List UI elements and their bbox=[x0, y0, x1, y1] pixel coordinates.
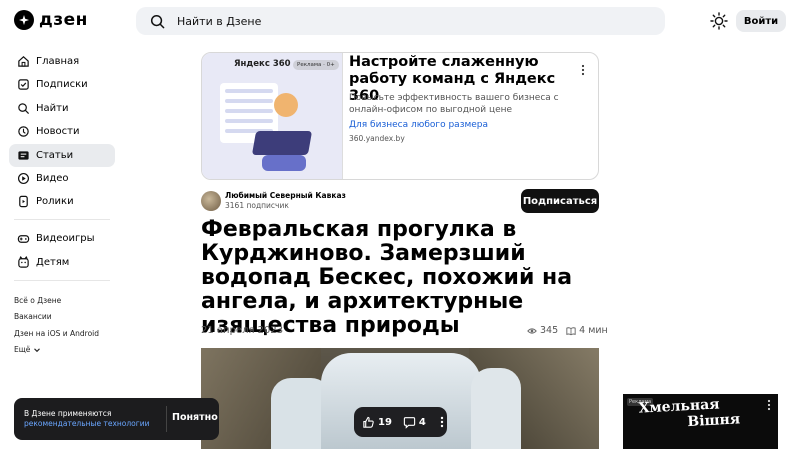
search-icon bbox=[150, 14, 165, 28]
read-time-stat: 4 мин bbox=[566, 325, 608, 336]
sidebar-divider bbox=[14, 219, 110, 221]
about-link[interactable]: Всё о Дзене bbox=[14, 292, 99, 309]
sidebar-item-label: Найти bbox=[36, 102, 69, 114]
sidebar-item-label: Видеоигры bbox=[36, 233, 95, 245]
likes-count: 19 bbox=[378, 416, 392, 428]
more-link-label: Ещё bbox=[14, 345, 31, 355]
search-icon bbox=[18, 103, 30, 114]
cookie-divider bbox=[166, 406, 167, 432]
subscribe-button[interactable]: Подписаться bbox=[521, 189, 599, 213]
ad-image: Яндекс 360 Реклама · 0+ bbox=[202, 53, 343, 179]
more-link[interactable]: Ещё bbox=[14, 342, 99, 359]
home-icon bbox=[18, 56, 29, 67]
sidebar-item-label: Детям bbox=[36, 256, 70, 268]
sidebar-item-label: Главная bbox=[36, 56, 80, 67]
like-button[interactable]: 19 bbox=[362, 416, 392, 429]
more-vertical-icon[interactable] bbox=[764, 398, 774, 412]
ad-badge: Реклама · 0+ bbox=[293, 60, 339, 70]
ad-description: Повысьте эффективность вашего бизнеса с … bbox=[349, 93, 559, 115]
apps-link[interactable]: Дзен на iOS и Android bbox=[14, 325, 99, 342]
shorts-icon bbox=[19, 196, 28, 208]
comment-icon bbox=[403, 416, 416, 429]
sidebar-item-shorts[interactable]: Ролики bbox=[9, 190, 115, 213]
sidebar-item-label: Подписки bbox=[36, 79, 88, 91]
cookie-link[interactable]: рекомендательные технологии bbox=[24, 419, 149, 429]
ad-illustration-person bbox=[274, 93, 298, 117]
sidebar-item-news[interactable]: Новости bbox=[9, 120, 115, 143]
search-bar[interactable]: Найти в Дзене bbox=[136, 7, 665, 35]
jobs-link[interactable]: Вакансии bbox=[14, 309, 99, 326]
sidebar-item-label: Видео bbox=[36, 172, 69, 184]
more-vertical-icon[interactable] bbox=[437, 415, 447, 429]
comments-button[interactable]: 4 bbox=[403, 416, 426, 429]
news-icon bbox=[18, 126, 29, 137]
side-ad-line2: Вішня bbox=[687, 411, 741, 431]
sidebar-nav: Главная Подписки Найти Новости Статьи Ви… bbox=[9, 50, 115, 288]
cookie-notice: В Дзене применяются рекомендательные тех… bbox=[14, 398, 219, 440]
views-stat: 345 bbox=[527, 325, 558, 336]
theme-toggle-sun-icon[interactable] bbox=[710, 12, 728, 30]
video-icon bbox=[17, 172, 30, 184]
sidebar-footer-links: Всё о Дзене Вакансии Дзен на iOS и Andro… bbox=[14, 292, 99, 358]
kids-icon bbox=[18, 255, 29, 268]
sidebar-item-kids[interactable]: Детям bbox=[9, 251, 115, 274]
sidebar-item-videogames[interactable]: Видеоигры bbox=[9, 227, 115, 250]
ad-card[interactable]: Яндекс 360 Реклама · 0+ Настройте слажен… bbox=[201, 52, 599, 180]
eye-icon bbox=[527, 327, 537, 334]
chevron-down-icon bbox=[34, 348, 41, 352]
gamepad-icon bbox=[17, 235, 30, 244]
login-button[interactable]: Войти bbox=[736, 10, 786, 32]
sidebar-item-articles[interactable]: Статьи bbox=[9, 143, 115, 167]
search-placeholder: Найти в Дзене bbox=[177, 14, 262, 28]
cookie-message: В Дзене применяются bbox=[24, 409, 112, 418]
photo-ice-right bbox=[471, 368, 521, 449]
logo-text: дзен bbox=[39, 10, 88, 30]
sidebar-item-label: Статьи bbox=[36, 149, 74, 161]
sidebar-item-subscriptions[interactable]: Подписки bbox=[9, 73, 115, 96]
side-ad-banner[interactable]: Реклама Хмельная Вішня bbox=[623, 394, 778, 449]
article-stats: 345 4 мин bbox=[527, 325, 608, 336]
more-vertical-icon[interactable] bbox=[578, 63, 588, 77]
sidebar-item-label: Новости bbox=[36, 126, 80, 138]
channel-avatar[interactable] bbox=[201, 191, 221, 211]
sidebar-item-label: Ролики bbox=[36, 196, 74, 208]
reaction-bar: 19 4 bbox=[354, 407, 447, 437]
comments-count: 4 bbox=[418, 416, 426, 428]
ad-illustration-laptop bbox=[251, 131, 313, 155]
ad-illustration-chair bbox=[262, 155, 306, 171]
channel-name[interactable]: Любимый Северный Кавказ bbox=[225, 191, 346, 200]
dzen-logo[interactable]: дзен bbox=[14, 10, 88, 30]
article-date: 21 апреля 2023 bbox=[201, 325, 284, 336]
dzen-logo-icon bbox=[14, 10, 34, 30]
channel-subscribers: 3161 подписчик bbox=[225, 201, 289, 210]
thumbs-up-icon bbox=[363, 416, 374, 428]
side-ad-headline: Хмельная Вішня bbox=[638, 395, 740, 432]
book-icon bbox=[566, 326, 576, 335]
article-title: Февральская прогулка в Курджиново. Замер… bbox=[201, 217, 573, 338]
ad-link[interactable]: Для бизнеса любого размера bbox=[349, 120, 488, 130]
ad-brand: Яндекс 360 bbox=[234, 59, 291, 69]
articles-icon bbox=[18, 150, 29, 160]
cookie-accept-button[interactable]: Понятно bbox=[172, 412, 218, 423]
sidebar-item-video[interactable]: Видео bbox=[9, 167, 115, 190]
sidebar-divider bbox=[14, 279, 110, 281]
subscriptions-icon bbox=[18, 79, 29, 91]
views-count: 345 bbox=[540, 325, 559, 336]
read-time: 4 мин bbox=[579, 325, 608, 336]
ad-domain: 360.yandex.by bbox=[349, 134, 405, 143]
sidebar-item-home[interactable]: Главная bbox=[9, 50, 115, 73]
sidebar-item-search[interactable]: Найти bbox=[9, 97, 115, 120]
cookie-text: В Дзене применяются рекомендательные тех… bbox=[24, 409, 149, 429]
